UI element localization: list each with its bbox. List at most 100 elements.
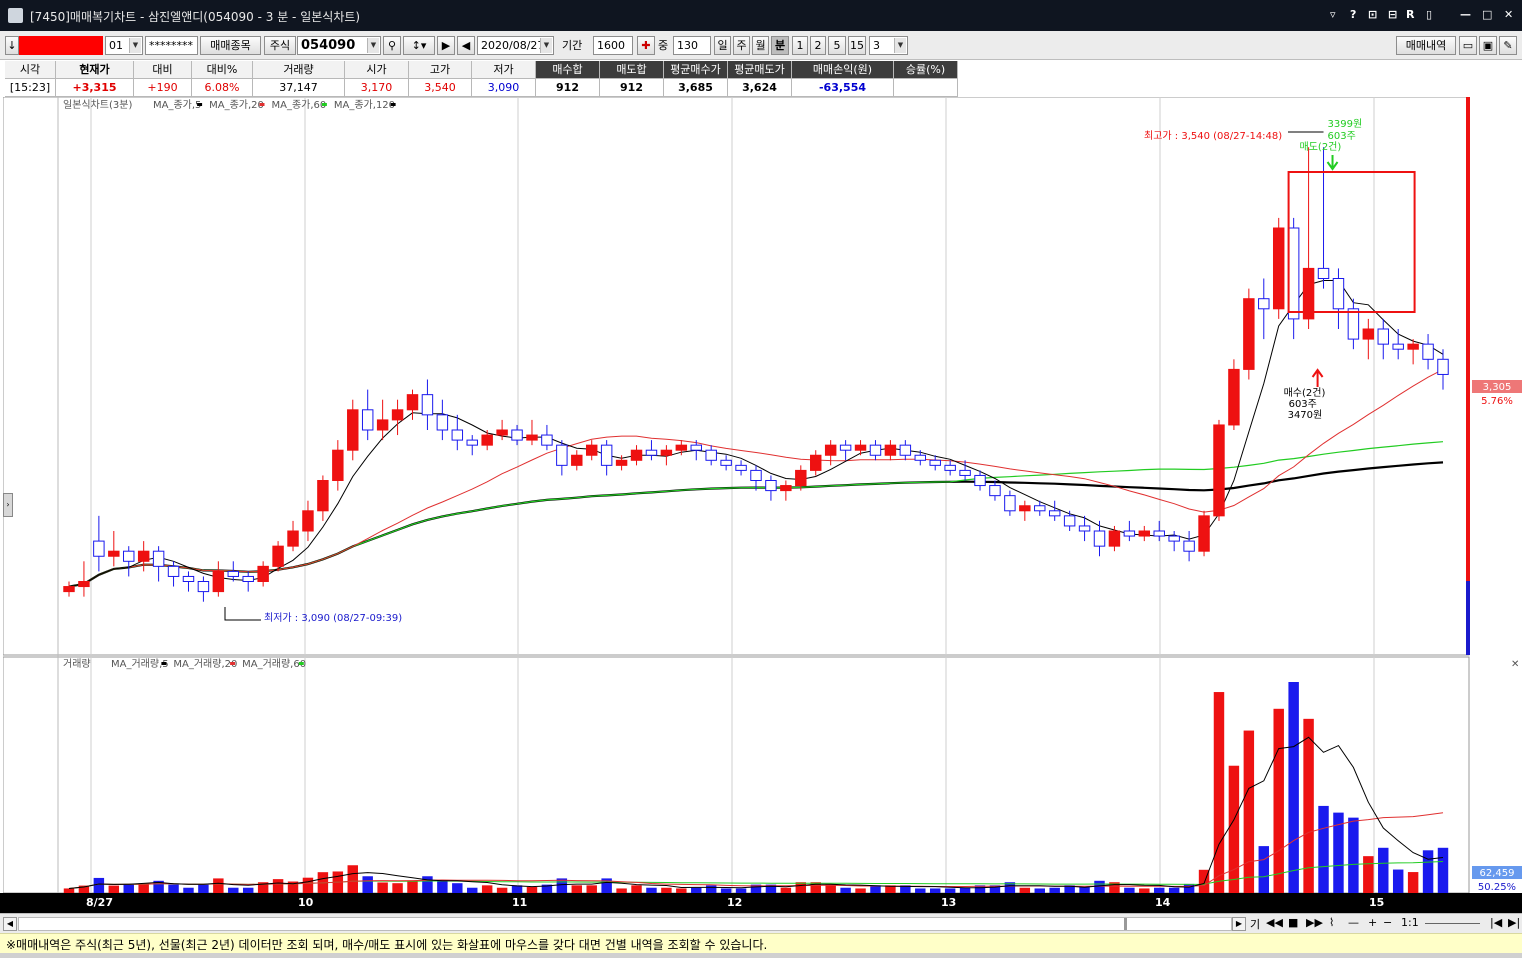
count-input[interactable]: 130 <box>673 36 711 55</box>
info-value-12: -63,554 <box>792 79 894 97</box>
timeframe-button-7[interactable]: 15 <box>848 36 866 55</box>
scroll-left-icon[interactable]: ◀ <box>3 917 17 931</box>
scroll-right-icon[interactable]: ▶ <box>1232 917 1246 931</box>
volume-bar <box>138 883 149 893</box>
volume-bar <box>1094 880 1105 893</box>
volume-bar <box>795 882 807 893</box>
account-suffix-value: 01 <box>109 39 123 52</box>
go-end-icon[interactable]: ▶| <box>1508 916 1520 929</box>
pin-icon[interactable]: ▿ <box>1330 8 1336 21</box>
volume-bar <box>362 876 373 893</box>
candle-body <box>1198 515 1210 552</box>
history-button[interactable]: 매매내역 <box>1396 36 1456 55</box>
chart-area[interactable]: 일본식차트(3분) MA_종가,5 MA_종가,20 MA_종가,60 MA_종가,12… <box>3 97 1522 910</box>
volume-bar <box>1273 708 1284 893</box>
volume-bar <box>1437 847 1449 893</box>
link-icon[interactable]: ⊡ <box>1368 8 1377 21</box>
market-type-button[interactable]: 주식 <box>264 36 296 55</box>
candle-body <box>854 444 867 451</box>
x-axis-label-2: 11 <box>512 896 528 909</box>
candle-body <box>1407 343 1419 350</box>
candle-body <box>1183 540 1195 552</box>
timeframe-button-1[interactable]: 주 <box>733 36 750 55</box>
zoom-ratio: 1:1 <box>1401 916 1419 929</box>
legend-swatch-1 <box>259 103 265 106</box>
candle-body <box>645 449 658 456</box>
search-icon[interactable]: ⚲ <box>383 36 401 55</box>
wrench-icon[interactable]: ✎ <box>1499 36 1517 55</box>
close-button[interactable]: ✕ <box>1504 8 1513 21</box>
volume-legend-swatch-2 <box>298 662 304 665</box>
candle-body <box>108 550 120 557</box>
chevron-down-icon: ▼ <box>894 38 906 53</box>
zoom-out2-icon[interactable]: − <box>1383 916 1392 929</box>
zoom-slider[interactable] <box>1425 923 1480 924</box>
folder-icon[interactable]: ▭ <box>1459 36 1477 55</box>
chevron-down-icon: ▼ <box>367 38 379 53</box>
x-axis-label-4: 13 <box>941 896 957 909</box>
candle-body <box>989 485 1001 497</box>
x-axis-bar: 8/27 10 11 12 13 14 15 <box>0 893 1522 913</box>
chart-title: 일본식차트(3분) <box>63 99 132 111</box>
timeframe-button-2[interactable]: 월 <box>752 36 769 55</box>
timeframe-button-3[interactable]: 분 <box>771 36 789 55</box>
volume-bar <box>422 876 433 893</box>
down-arrow-button[interactable]: ↓ <box>5 36 19 55</box>
stop-icon[interactable]: ■ <box>1288 916 1298 929</box>
password-field[interactable]: ******** <box>145 36 198 55</box>
trade-items-button[interactable]: 매매종목 <box>200 36 261 55</box>
volume-legend-swatch-0 <box>161 662 167 665</box>
timeframe-button-6[interactable]: 5 <box>828 36 846 55</box>
volume-bar <box>1258 846 1270 893</box>
info-header-6: 고가 <box>409 61 472 79</box>
minimize-button[interactable]: — <box>1460 8 1471 21</box>
help-icon[interactable]: ? <box>1350 8 1356 21</box>
go-start-icon[interactable]: |◀ <box>1490 916 1502 929</box>
candle-body <box>436 414 449 431</box>
candle-body <box>302 510 314 532</box>
r-icon[interactable]: R <box>1406 8 1414 21</box>
stock-code-select[interactable]: 054090 ▼ <box>297 36 381 55</box>
scroll-thumb[interactable] <box>1124 918 1127 930</box>
pattern-icon[interactable]: ⌇ <box>1329 916 1334 929</box>
candle-body <box>1287 227 1300 320</box>
candle-body <box>929 459 941 466</box>
timeframe-button-0[interactable]: 일 <box>714 36 731 55</box>
print-icon[interactable]: ⊟ <box>1388 8 1397 21</box>
tile-icon[interactable]: ▯ <box>1426 8 1432 21</box>
info-value-10: 3,685 <box>664 79 728 97</box>
zoom-out-icon[interactable]: — <box>1348 916 1359 929</box>
sort-icon[interactable]: ↕▾ <box>403 36 435 55</box>
candle-body <box>541 434 553 446</box>
first-icon[interactable]: 기 <box>1250 916 1260 932</box>
side-expand-handle[interactable]: › <box>3 493 13 517</box>
minute-select[interactable]: 3 ▼ <box>869 36 908 55</box>
rewind-icon[interactable]: ◀◀ <box>1266 916 1283 929</box>
scroll-track[interactable] <box>18 917 1232 931</box>
play-right-icon[interactable]: ▶ <box>437 36 455 55</box>
date-select[interactable]: 2020/08/27 ▼ <box>477 36 554 55</box>
account-suffix-select[interactable]: 01 ▼ <box>105 36 143 55</box>
fast-forward-icon[interactable]: ▶▶ <box>1306 916 1323 929</box>
candlestick-chart[interactable]: 일본식차트(3분) MA_종가,5 MA_종가,20 MA_종가,60 MA_종가,12… <box>3 97 1522 893</box>
candle-body <box>884 444 897 456</box>
minute-value: 3 <box>873 39 880 52</box>
candle-body <box>1138 530 1151 537</box>
volume-bar <box>1303 718 1314 893</box>
period-input[interactable]: 1600 <box>593 36 633 55</box>
candle-body <box>959 469 971 476</box>
play-left-icon[interactable]: ◀ <box>457 36 475 55</box>
maximize-button[interactable]: □ <box>1482 8 1492 21</box>
buy-price-label: 3470원 <box>1288 409 1323 421</box>
crosshair-icon[interactable]: ✚ <box>637 36 655 55</box>
chevron-down-icon: ▼ <box>540 38 552 53</box>
info-value-11: 3,624 <box>728 79 792 97</box>
timeframe-button-5[interactable]: 2 <box>810 36 826 55</box>
save-icon[interactable]: ▣ <box>1479 36 1497 55</box>
candle-body <box>571 454 583 466</box>
volume-bar <box>571 885 583 893</box>
account-field[interactable] <box>19 36 103 55</box>
zoom-in-icon[interactable]: + <box>1368 916 1377 929</box>
volume-bar <box>1318 805 1329 893</box>
timeframe-button-4[interactable]: 1 <box>792 36 808 55</box>
